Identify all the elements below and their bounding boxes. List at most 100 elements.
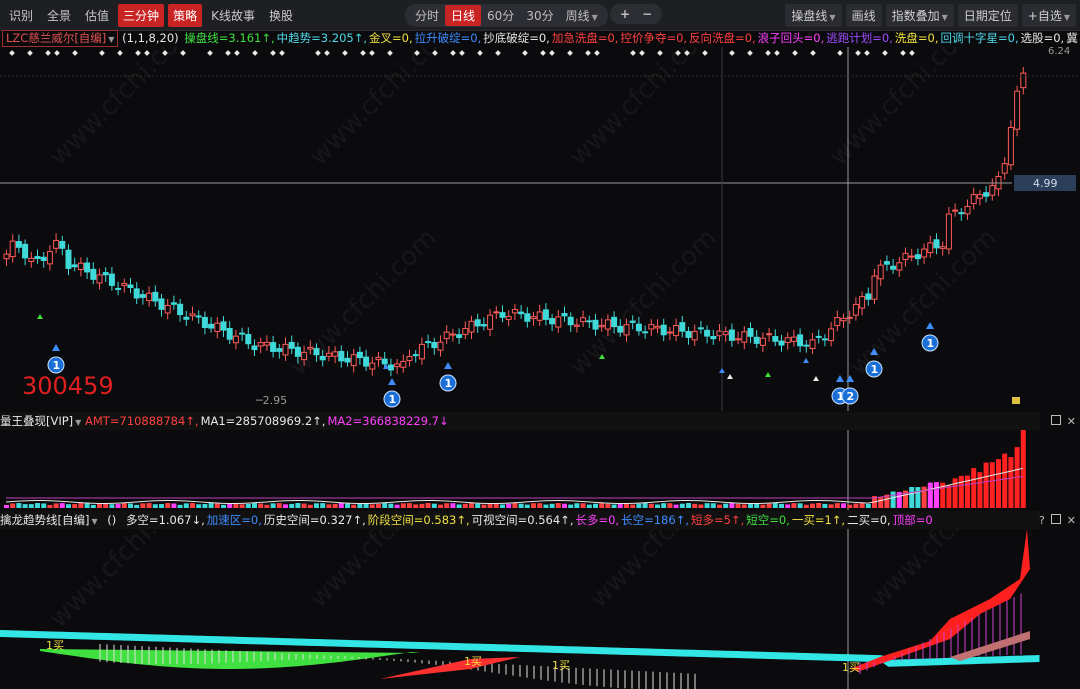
indicator-value: 逃跑计划=0, bbox=[826, 31, 893, 45]
watermark: www.cfchi.com bbox=[844, 223, 1003, 382]
menu-strategy[interactable]: 策略 bbox=[168, 4, 203, 27]
signal-diamond bbox=[792, 50, 798, 56]
add-watchlist-dropdown[interactable]: +自选 ▼ bbox=[1021, 4, 1076, 27]
candle bbox=[710, 336, 717, 340]
candle bbox=[158, 298, 165, 310]
volume-bar bbox=[816, 503, 822, 508]
zoom-in-button[interactable]: + bbox=[614, 5, 636, 23]
indicator-value: 短空=0, bbox=[746, 513, 790, 527]
zoom-out-button[interactable]: − bbox=[636, 5, 658, 23]
candle bbox=[418, 343, 425, 360]
candle bbox=[871, 275, 878, 300]
volume-bar bbox=[369, 504, 375, 508]
signal-marker-label: 1 bbox=[445, 377, 453, 390]
candle bbox=[108, 273, 115, 286]
index-overlay-dropdown[interactable]: 指数叠加 ▼ bbox=[885, 4, 954, 27]
candle bbox=[189, 313, 196, 317]
volume-bar bbox=[84, 503, 90, 508]
candle bbox=[821, 338, 828, 341]
volume-bar bbox=[438, 504, 443, 508]
candle bbox=[505, 315, 512, 320]
volume-bar bbox=[338, 503, 344, 508]
main-indicator-selector[interactable]: LZC慈兰威尔[自编] ▼ bbox=[2, 30, 119, 47]
candle bbox=[673, 325, 680, 337]
price-cursor-label: 4.99 bbox=[1033, 177, 1058, 190]
close-icon[interactable]: ✕ bbox=[1067, 514, 1076, 527]
buy-signal-label: 1买 bbox=[46, 639, 64, 652]
candle bbox=[84, 262, 91, 273]
trend-chart[interactable]: 1买 1买 1买 1买 www.cfchi.com www.cfchi.com www.cf… bbox=[0, 529, 1080, 689]
candle bbox=[555, 316, 562, 328]
volume-bar bbox=[419, 503, 425, 508]
menu-three-minutes[interactable]: 三分钟 bbox=[118, 4, 165, 27]
volume-bar bbox=[679, 503, 685, 508]
volume-bar bbox=[562, 503, 567, 508]
volume-bar bbox=[202, 503, 208, 508]
indicator-value: MA2=366838229.7↓ bbox=[327, 414, 449, 428]
signal-diamond bbox=[54, 50, 60, 56]
candle bbox=[735, 338, 742, 341]
volume-bar bbox=[692, 503, 698, 508]
volume-bar bbox=[543, 504, 549, 508]
volume-bar bbox=[276, 503, 282, 508]
candle bbox=[877, 264, 884, 280]
candle bbox=[716, 330, 723, 337]
volume-bar bbox=[934, 482, 939, 508]
volume-bar bbox=[847, 504, 853, 508]
period-weekly[interactable]: 周线 ▼ bbox=[560, 5, 604, 26]
candle bbox=[728, 329, 735, 341]
up-arrow-icon bbox=[444, 362, 452, 369]
indicator-value: AMT=710888784↑, bbox=[84, 414, 199, 428]
top-toolbar: 识别 全景 估值 三分钟 策略 K线故事 换股 分时 日线 60分 30分 周线… bbox=[0, 0, 1080, 31]
maximize-icon[interactable] bbox=[1050, 415, 1061, 425]
volume-bar bbox=[196, 504, 202, 508]
indicator-value: 加急洗盘=0, bbox=[551, 31, 619, 45]
up-arrow-icon bbox=[926, 322, 934, 329]
indicator-value: 短多=5↑, bbox=[690, 513, 745, 527]
candle bbox=[28, 257, 35, 262]
help-icon[interactable]: ? bbox=[1039, 514, 1045, 527]
signal-arrow-icon bbox=[719, 368, 725, 373]
maximize-icon[interactable] bbox=[1050, 514, 1061, 524]
volume-bar bbox=[152, 504, 158, 508]
volume-chart[interactable] bbox=[0, 430, 1080, 510]
candle bbox=[834, 317, 841, 326]
trading-line-dropdown[interactable]: 操盘线 ▼ bbox=[785, 4, 842, 27]
buy-signal-label: 1买 bbox=[464, 655, 482, 668]
volume-bar bbox=[469, 503, 474, 508]
signal-marker-label: 1 bbox=[53, 359, 61, 372]
date-locate-button[interactable]: 日期定位 bbox=[957, 4, 1018, 27]
signal-arrow-icon bbox=[803, 358, 809, 363]
volume-bar bbox=[221, 504, 226, 508]
menu-kline-story[interactable]: K线故事 bbox=[206, 4, 260, 27]
price-high-label: 6.24 bbox=[1048, 47, 1070, 57]
candle bbox=[685, 331, 692, 338]
signal-diamond bbox=[270, 50, 276, 56]
signal-diamond bbox=[585, 50, 591, 56]
candlestick-chart[interactable]: 6.244.99─2.95111111 2www.cfchi.com www.cfc… bbox=[0, 47, 1080, 411]
menu-switch-stock[interactable]: 换股 bbox=[264, 4, 298, 27]
menu-identify[interactable]: 识别 bbox=[4, 4, 38, 27]
close-icon[interactable]: ✕ bbox=[1067, 415, 1076, 428]
draw-line-button[interactable]: 画线 bbox=[845, 4, 882, 27]
signal-diamond bbox=[837, 50, 843, 56]
period-30min[interactable]: 30分 bbox=[520, 5, 559, 26]
trend-indicator-selector[interactable]: 擒龙趋势线[自编] ▼ bbox=[0, 513, 98, 527]
candle bbox=[1007, 126, 1014, 166]
candle bbox=[921, 248, 928, 258]
volume-bar bbox=[599, 503, 605, 508]
volume-indicator-selector[interactable]: 量王叠现[VIP] ▼ bbox=[0, 414, 81, 428]
volume-bar bbox=[462, 503, 468, 508]
menu-valuation[interactable]: 估值 bbox=[80, 4, 114, 27]
signal-diamond bbox=[9, 50, 15, 56]
period-intraday[interactable]: 分时 bbox=[409, 5, 445, 26]
volume-bar bbox=[729, 503, 735, 508]
candle bbox=[1014, 90, 1021, 130]
candle bbox=[704, 329, 711, 337]
buy-signal-label: 1买 bbox=[842, 661, 860, 674]
period-60min[interactable]: 60分 bbox=[481, 5, 520, 26]
period-daily[interactable]: 日线 bbox=[445, 5, 482, 26]
volume-bar bbox=[648, 503, 654, 508]
menu-panorama[interactable]: 全景 bbox=[42, 4, 76, 27]
indicator-value: 金叉=0, bbox=[369, 31, 413, 45]
